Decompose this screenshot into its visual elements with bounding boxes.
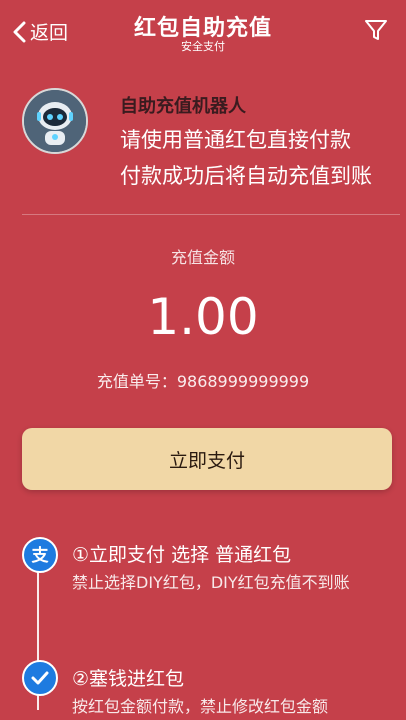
- robot-name: 自助充值机器人: [120, 96, 246, 117]
- header: 返回 红包自助充值 安全支付: [0, 0, 406, 62]
- robot-message-line1: 请使用普通红包直接付款: [120, 128, 351, 152]
- check-circle-icon: [22, 660, 58, 696]
- step-1-title: ①立即支付 选择 普通红包: [72, 544, 292, 566]
- alipay-icon: 支: [22, 537, 58, 573]
- robot-message-line2: 付款成功后将自动充值到账: [120, 164, 372, 188]
- step-1-desc: 禁止选择DIY红包，DIY红包充值不到账: [72, 573, 350, 592]
- filter-button[interactable]: [364, 18, 388, 46]
- robot-avatar: [22, 88, 88, 154]
- amount-label: 充值金额: [170, 248, 235, 267]
- pay-now-button[interactable]: 立即支付: [22, 428, 392, 490]
- svg-text:支: 支: [32, 545, 50, 566]
- robot-section: 自助充值机器人 请使用普通红包直接付款 付款成功后将自动充值到账: [22, 86, 398, 196]
- step-2-title: ②塞钱进红包: [72, 668, 185, 690]
- amount-value: 1.00: [147, 288, 259, 346]
- order-label: 充值单号：: [96, 372, 177, 391]
- order-number: 9868999999999: [176, 372, 310, 391]
- step-2-desc: 按红包金额付款，禁止修改红包金额: [72, 697, 329, 716]
- page-subtitle: 安全支付: [181, 40, 225, 53]
- robot-icon: [24, 90, 86, 152]
- divider: [22, 214, 400, 215]
- filter-icon: [365, 20, 387, 40]
- order-number-row: 充值单号：9868999999999: [0, 368, 406, 392]
